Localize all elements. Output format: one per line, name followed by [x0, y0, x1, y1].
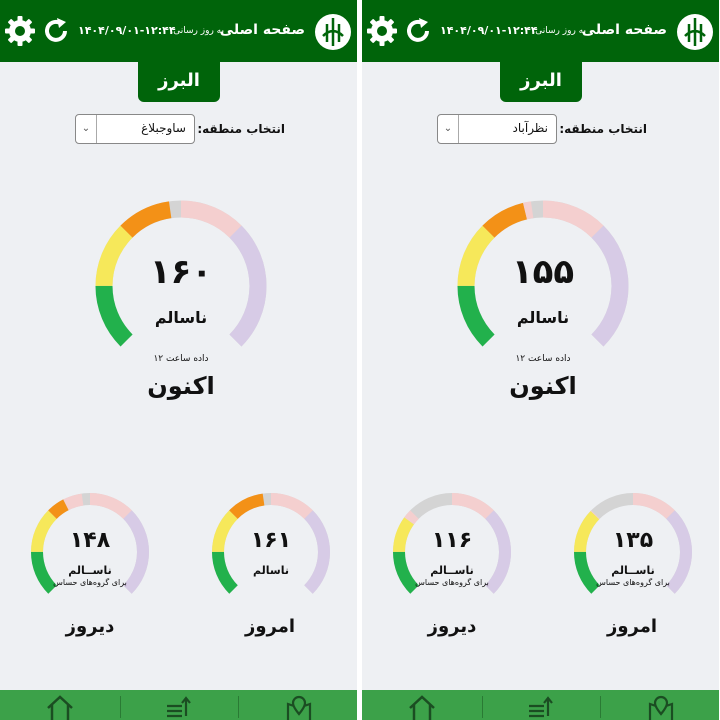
list-icon[interactable] — [524, 694, 554, 720]
gauge-segment-very-unhealthy — [542, 200, 604, 238]
home-icon[interactable] — [407, 694, 437, 720]
bottom-nav — [362, 690, 719, 720]
gauge-segment-sensitive — [229, 493, 265, 520]
gauge-segment-very-unhealthy — [632, 493, 675, 520]
now-label: اکنون — [147, 372, 215, 400]
sensitive-groups-note: برای گروه‌های حساس — [415, 578, 489, 587]
update-date: ۱۴۰۴/۰۹/۰۱-۱۲:۴۴ — [440, 24, 538, 37]
yesterday-aqi-gauge: ۱۴۸ ناســالم برای گروه‌های حساس — [24, 492, 156, 607]
doe-logo-icon — [677, 14, 713, 50]
main-aqi-gauge: ۱۵۵ ناسالم — [448, 200, 638, 365]
region-select[interactable]: نظرآباد ⌄ — [437, 114, 557, 144]
update-label: به روز رسانی: — [170, 26, 224, 36]
doe-logo-icon — [315, 14, 351, 50]
gauge-segment-very-unhealthy — [180, 200, 242, 238]
app-screen-right: صفحه اصلی به روز رسانی: ۱۴۰۴/۰۹/۰۱-۱۲:۴۴… — [362, 0, 719, 720]
region-label: انتخاب منطقه: — [197, 122, 285, 136]
data-hour: داده ساعت ۱۲ — [515, 354, 571, 364]
data-hour: داده ساعت ۱۲ — [153, 354, 209, 364]
aqi-status: ناســالم — [68, 564, 112, 577]
region-label: انتخاب منطقه: — [559, 122, 647, 136]
gauge-segment-sensitive — [48, 499, 69, 519]
yesterday-label: دیروز — [65, 616, 115, 637]
main-aqi-gauge: ۱۶۰ ناسالم — [86, 200, 276, 365]
gear-icon[interactable] — [4, 15, 36, 47]
gauge-segment-sensitive — [482, 202, 528, 238]
aqi-value: ۱۴۸ — [69, 528, 111, 553]
gauge-segment-sensitive-pending — [63, 493, 84, 511]
sensitive-groups-note: برای گروه‌های حساس — [53, 578, 127, 587]
region-select[interactable]: ساوجبلاغ ⌄ — [75, 114, 195, 144]
aqi-value: ۱۳۵ — [612, 528, 654, 553]
province-tab[interactable]: البرز — [500, 60, 582, 102]
gauge-segment-very-unhealthy — [89, 493, 132, 520]
map-pin-icon[interactable] — [646, 694, 676, 720]
today-label: امروز — [244, 616, 296, 637]
gauge-segment-sensitive-pending — [523, 201, 534, 220]
gauge-segment-very-unhealthy — [270, 493, 313, 520]
home-icon[interactable] — [45, 694, 75, 720]
app-header: صفحه اصلی به روز رسانی: ۱۴۰۴/۰۹/۰۱-۱۲:۴۴ — [0, 0, 357, 62]
today-aqi-gauge: ۱۳۵ ناســالم برای گروه‌های حساس — [567, 492, 699, 607]
gear-icon[interactable] — [366, 15, 398, 47]
sensitive-groups-note: برای گروه‌های حساس — [596, 578, 670, 587]
aqi-value: ۱۱۶ — [431, 528, 473, 553]
gauge-segment-moderate-pending — [590, 510, 600, 520]
aqi-status: ناسالم — [516, 308, 570, 327]
aqi-status: ناســالم — [611, 564, 655, 577]
bottom-nav — [0, 690, 357, 720]
gauge-segment-very-unhealthy — [451, 493, 494, 520]
yesterday-aqi-gauge: ۱۱۶ ناســالم برای گروه‌های حساس — [386, 492, 518, 607]
aqi-value: ۱۶۰ — [149, 252, 213, 292]
update-label: به روز رسانی: — [532, 26, 586, 36]
region-value: ساوجبلاغ — [141, 121, 186, 135]
chevron-down-icon: ⌄ — [76, 115, 97, 143]
refresh-icon[interactable] — [42, 17, 70, 45]
aqi-value: ۱۵۵ — [511, 252, 575, 292]
now-label: اکنون — [509, 372, 577, 400]
aqi-value: ۱۶۱ — [250, 528, 292, 553]
today-aqi-gauge: ۱۶۱ ناسالم — [205, 492, 337, 607]
list-icon[interactable] — [162, 694, 192, 720]
map-pin-icon[interactable] — [284, 694, 314, 720]
aqi-status: ناسالم — [154, 308, 208, 327]
aqi-status: ناسالم — [253, 564, 289, 577]
gauge-segment-moderate-pending — [404, 510, 419, 525]
today-label: امروز — [606, 616, 658, 637]
update-date: ۱۴۰۴/۰۹/۰۱-۱۲:۴۴ — [78, 24, 176, 37]
home-title[interactable]: صفحه اصلی — [582, 22, 667, 38]
app-screen-left: صفحه اصلی به روز رسانی: ۱۴۰۴/۰۹/۰۱-۱۲:۴۴… — [0, 0, 357, 720]
yesterday-label: دیروز — [427, 616, 477, 637]
app-header: صفحه اصلی به روز رسانی: ۱۴۰۴/۰۹/۰۱-۱۲:۴۴ — [362, 0, 719, 62]
refresh-icon[interactable] — [404, 17, 432, 45]
region-value: نظرآباد — [512, 121, 548, 135]
province-tab[interactable]: البرز — [138, 60, 220, 102]
gauge-segment-sensitive — [120, 201, 172, 238]
aqi-status: ناســالم — [430, 564, 474, 577]
chevron-down-icon: ⌄ — [438, 115, 459, 143]
home-title[interactable]: صفحه اصلی — [220, 22, 305, 38]
